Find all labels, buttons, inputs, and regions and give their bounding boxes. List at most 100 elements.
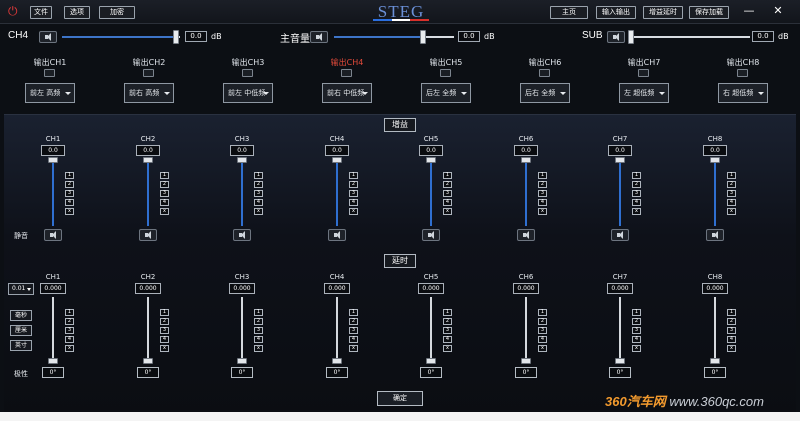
master-volume-value[interactable]: 0.0	[458, 31, 480, 42]
link-icon[interactable]	[143, 69, 154, 77]
power-icon[interactable]: ⏻	[8, 5, 20, 17]
gain-value-input[interactable]: 0.0	[703, 145, 727, 156]
polarity-toggle[interactable]: 0°	[326, 367, 348, 378]
gain-preset-button[interactable]: 1	[538, 172, 547, 179]
delay-preset-button[interactable]: 4	[349, 336, 358, 343]
gain-fader-thumb[interactable]	[426, 157, 436, 163]
nav-save-load[interactable]: 保存加载	[689, 6, 729, 19]
link-icon[interactable]	[44, 69, 55, 77]
gain-fader[interactable]	[525, 160, 527, 226]
gain-preset-button[interactable]: 4	[632, 199, 641, 206]
output-speaker-select[interactable]: 前左 中低频	[223, 83, 273, 103]
gain-preset-button[interactable]: x	[254, 208, 263, 215]
delay-preset-button[interactable]: x	[160, 345, 169, 352]
delay-section-title[interactable]: 延时	[384, 254, 416, 268]
gain-preset-button[interactable]: 4	[65, 199, 74, 206]
gain-value-input[interactable]: 0.0	[419, 145, 443, 156]
output-speaker-select[interactable]: 右 超低频	[718, 83, 768, 103]
gain-preset-button[interactable]: 4	[538, 199, 547, 206]
menu-options[interactable]: 选项	[64, 6, 90, 19]
ch4-volume-slider[interactable]	[62, 36, 180, 38]
gain-fader-thumb[interactable]	[237, 157, 247, 163]
gain-preset-button[interactable]: 3	[632, 190, 641, 197]
delay-fader[interactable]	[52, 297, 54, 361]
polarity-toggle[interactable]: 0°	[137, 367, 159, 378]
delay-fader-thumb[interactable]	[710, 358, 720, 364]
gain-fader-thumb[interactable]	[332, 157, 342, 163]
delay-preset-button[interactable]: 2	[727, 318, 736, 325]
delay-preset-button[interactable]: 3	[65, 327, 74, 334]
gain-preset-button[interactable]: 1	[65, 172, 74, 179]
delay-value-input[interactable]: 0.000	[135, 283, 161, 294]
output-channel-name[interactable]: 输出CH7	[596, 57, 692, 68]
delay-preset-button[interactable]: 1	[632, 309, 641, 316]
link-icon[interactable]	[539, 69, 550, 77]
link-icon[interactable]	[242, 69, 253, 77]
delay-preset-button[interactable]: 2	[632, 318, 641, 325]
output-channel-name[interactable]: 输出CH6	[497, 57, 593, 68]
delay-step-select[interactable]: 0.01	[8, 283, 34, 295]
gain-preset-button[interactable]: 2	[443, 181, 452, 188]
channel-mute-speaker-icon[interactable]	[611, 229, 629, 241]
delay-fader-thumb[interactable]	[426, 358, 436, 364]
delay-preset-button[interactable]: x	[349, 345, 358, 352]
ch4-volume-value[interactable]: 0.0	[185, 31, 207, 42]
gain-value-input[interactable]: 0.0	[325, 145, 349, 156]
delay-preset-button[interactable]: 3	[443, 327, 452, 334]
gain-fader[interactable]	[714, 160, 716, 226]
delay-preset-button[interactable]: 4	[632, 336, 641, 343]
delay-fader[interactable]	[619, 297, 621, 361]
delay-preset-button[interactable]: 4	[254, 336, 263, 343]
gain-preset-button[interactable]: x	[160, 208, 169, 215]
output-speaker-select[interactable]: 后右 全频	[520, 83, 570, 103]
master-volume-slider[interactable]	[334, 36, 454, 38]
gain-preset-button[interactable]: 1	[160, 172, 169, 179]
gain-value-input[interactable]: 0.0	[608, 145, 632, 156]
delay-fader[interactable]	[714, 297, 716, 361]
sub-volume-value[interactable]: 0.0	[752, 31, 774, 42]
delay-value-input[interactable]: 0.000	[324, 283, 350, 294]
delay-fader[interactable]	[147, 297, 149, 361]
sub-volume-slider[interactable]	[632, 36, 750, 38]
polarity-toggle[interactable]: 0°	[609, 367, 631, 378]
gain-fader[interactable]	[241, 160, 243, 226]
gain-preset-button[interactable]: 2	[538, 181, 547, 188]
delay-preset-button[interactable]: 1	[65, 309, 74, 316]
delay-preset-button[interactable]: 1	[254, 309, 263, 316]
gain-preset-button[interactable]: 4	[254, 199, 263, 206]
delay-preset-button[interactable]: 4	[538, 336, 547, 343]
output-channel-name[interactable]: 输出CH2	[101, 57, 197, 68]
gain-preset-button[interactable]: x	[538, 208, 547, 215]
delay-preset-button[interactable]: 4	[727, 336, 736, 343]
channel-mute-speaker-icon[interactable]	[44, 229, 62, 241]
delay-preset-button[interactable]: 2	[538, 318, 547, 325]
delay-preset-button[interactable]: x	[443, 345, 452, 352]
delay-preset-button[interactable]: 4	[160, 336, 169, 343]
gain-preset-button[interactable]: 4	[727, 199, 736, 206]
gain-value-input[interactable]: 0.0	[514, 145, 538, 156]
delay-fader[interactable]	[241, 297, 243, 361]
unit-inch-button[interactable]: 英寸	[10, 340, 32, 351]
output-speaker-select[interactable]: 后左 全频	[421, 83, 471, 103]
nav-io[interactable]: 输入输出	[596, 6, 636, 19]
unit-ms-button[interactable]: 毫秒	[10, 310, 32, 321]
delay-preset-button[interactable]: 3	[160, 327, 169, 334]
gain-preset-button[interactable]: 2	[160, 181, 169, 188]
gain-preset-button[interactable]: 1	[254, 172, 263, 179]
close-icon[interactable]: ✕	[771, 4, 785, 18]
gain-preset-button[interactable]: 4	[349, 199, 358, 206]
gain-fader[interactable]	[336, 160, 338, 226]
delay-preset-button[interactable]: 2	[443, 318, 452, 325]
gain-fader[interactable]	[147, 160, 149, 226]
minimize-icon[interactable]: —	[742, 4, 756, 18]
delay-preset-button[interactable]: 4	[65, 336, 74, 343]
output-channel-name[interactable]: 输出CH4	[299, 57, 395, 68]
delay-fader-thumb[interactable]	[332, 358, 342, 364]
channel-mute-speaker-icon[interactable]	[328, 229, 346, 241]
gain-preset-button[interactable]: 2	[65, 181, 74, 188]
menu-encrypt[interactable]: 加密	[99, 6, 135, 19]
gain-value-input[interactable]: 0.0	[230, 145, 254, 156]
channel-mute-speaker-icon[interactable]	[139, 229, 157, 241]
polarity-toggle[interactable]: 0°	[704, 367, 726, 378]
gain-fader-thumb[interactable]	[710, 157, 720, 163]
